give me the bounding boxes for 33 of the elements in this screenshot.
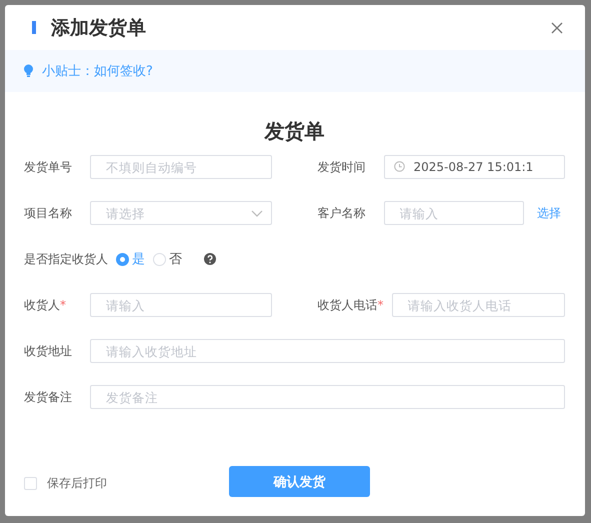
title-accent-bar (32, 21, 36, 34)
lightbulb-icon (23, 64, 34, 78)
input-field[interactable]: 请输入收货人电话 (392, 293, 565, 317)
field-label: 收货人电话* (318, 296, 384, 314)
field-label: 是否指定收货人 (24, 250, 109, 268)
field-label: 客户名称 (318, 204, 366, 222)
field-label: 收货人* (24, 296, 67, 314)
close-icon (551, 22, 563, 34)
date-field[interactable]: 2025-08-27 15:01:1 (384, 155, 565, 179)
checkbox-option[interactable]: 保存后打印 (24, 475, 229, 492)
field-label: 发货时间 (318, 158, 366, 176)
checkbox[interactable] (24, 477, 37, 490)
field-label: 项目名称 (24, 204, 73, 222)
close-button[interactable] (549, 20, 565, 36)
chevron-down-icon (250, 210, 262, 217)
confirm-button[interactable]: 确认发货 (229, 466, 370, 497)
form-title: 发货单 (263, 118, 326, 145)
input-field[interactable]: 不填则自动编号 (90, 155, 272, 179)
select-field[interactable]: 请选择 (90, 201, 272, 225)
radio-option[interactable]: 是 (116, 250, 145, 268)
radio-button[interactable] (116, 252, 129, 266)
input-field[interactable]: 发货备注 (90, 385, 565, 409)
input-field[interactable]: 请输入 (90, 293, 272, 317)
dialog-title: 添加发货单 (51, 16, 147, 40)
help-icon (204, 253, 216, 265)
field-label: 收货地址 (24, 342, 73, 360)
field-label: 发货单号 (24, 158, 73, 176)
radio-option[interactable]: 否 (153, 250, 182, 268)
field-label: 发货备注 (24, 388, 73, 406)
tip-link[interactable]: 小贴士：如何签收? (42, 62, 153, 80)
select-link[interactable]: 选择 (537, 204, 561, 222)
input-field[interactable]: 请输入 (384, 201, 524, 225)
input-field[interactable]: 请输入收货地址 (90, 339, 565, 363)
